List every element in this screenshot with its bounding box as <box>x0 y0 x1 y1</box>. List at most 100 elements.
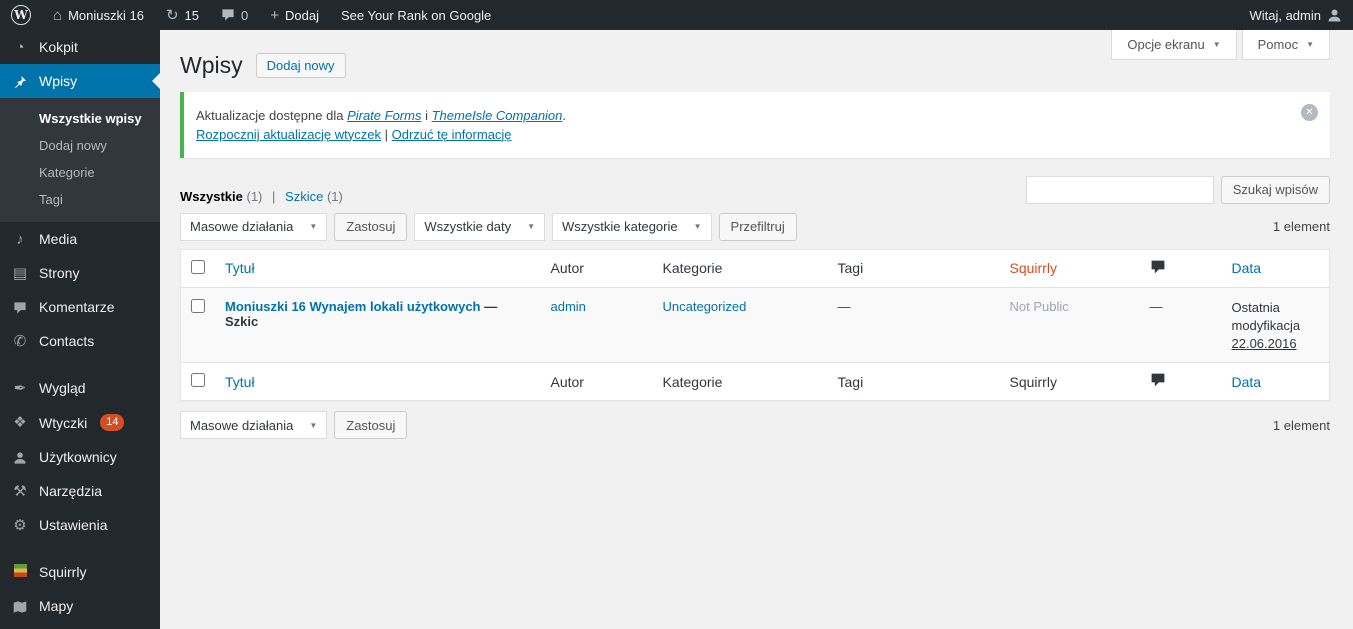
dismiss-info-link[interactable]: Odrzuć tę informację <box>392 127 512 142</box>
submenu-dodaj-nowy[interactable]: Dodaj nowy <box>0 132 160 159</box>
post-category-link[interactable]: Uncategorized <box>663 299 747 314</box>
column-title-sort-bottom[interactable]: Tytuł <box>225 374 255 390</box>
column-comments <box>1139 249 1222 288</box>
screen-options-button[interactable]: Opcje ekranu ▼ <box>1111 30 1237 60</box>
notice-actions: Rozpocznij aktualizację wtyczek | Odrzuć… <box>196 127 1286 142</box>
bulk-actions-label: Masowe działania <box>190 417 294 433</box>
category-filter-label: Wszystkie kategorie <box>562 219 678 235</box>
media-icon: ♪ <box>16 230 24 248</box>
home-icon: ⌂ <box>53 6 63 24</box>
update-plugins-link[interactable]: Rozpocznij aktualizację wtyczek <box>196 127 381 142</box>
sidebar-item-wyglad[interactable]: ✒ Wygląd <box>0 371 160 405</box>
column-categories-bottom: Kategorie <box>652 362 828 401</box>
admin-bar-left: W ⌂ Moniuszki 16 ↻ 15 0 + Dodaj See Your… <box>0 0 502 30</box>
submenu-wszystkie-wpisy[interactable]: Wszystkie wpisy <box>0 105 160 132</box>
view-drafts-count: (1) <box>326 188 343 204</box>
filter-button[interactable]: Przefiltruj <box>718 212 797 241</box>
sidebar-item-uzytkownicy[interactable]: Użytkownicy <box>0 440 160 474</box>
update-notice: Aktualizacje dostępne dla Pirate Forms i… <box>180 91 1330 158</box>
sidebar-item-media[interactable]: ♪ Media <box>0 222 160 256</box>
users-icon <box>10 450 30 465</box>
notice-suffix: . <box>562 107 567 123</box>
sidebar-item-label: Komentarze <box>39 299 115 315</box>
row-checkbox[interactable] <box>191 298 205 313</box>
sidebar-item-squirrly[interactable]: Squirrly <box>0 555 160 589</box>
select-all-checkbox[interactable] <box>191 259 205 274</box>
column-squirrly-bottom: Squirrly <box>999 362 1140 401</box>
updates-menu[interactable]: ↻ 15 <box>155 0 210 30</box>
sidebar-item-narzedzia[interactable]: ⚒ Narzędzia <box>0 474 160 508</box>
submenu-tagi[interactable]: Tagi <box>0 186 160 213</box>
notice-message: Aktualizacje dostępne dla Pirate Forms i… <box>196 108 1286 123</box>
select-all-checkbox-bottom[interactable] <box>191 373 205 388</box>
dashboard-icon: ◔ <box>15 38 25 56</box>
plus-icon: + <box>270 6 279 24</box>
table-row: Moniuszki 16 Wynajem lokali użytkowych —… <box>180 287 1330 363</box>
site-name-menu[interactable]: ⌂ Moniuszki 16 <box>42 0 155 30</box>
sidebar-item-label: Strony <box>39 265 80 281</box>
sidebar-item-kokpit[interactable]: ◔ Kokpit <box>0 30 160 64</box>
sidebar-item-ustawienia[interactable]: ⚙ Ustawienia <box>0 508 160 542</box>
new-content-menu[interactable]: + Dodaj <box>259 0 330 30</box>
view-all-count: (1) <box>246 188 263 204</box>
chevron-down-icon: ▼ <box>309 420 318 430</box>
chevron-down-icon: ▼ <box>693 222 702 232</box>
column-date-sort[interactable]: Data <box>1232 260 1262 276</box>
sidebar-item-label: Mapy <box>39 598 74 615</box>
search-input[interactable] <box>1025 175 1214 204</box>
post-squirrly-status: Not Public <box>1009 298 1069 314</box>
post-comments-count: — <box>1149 298 1163 314</box>
tablenav-top: Masowe działania ▼ Zastosuj Wszystkie da… <box>180 212 1330 241</box>
pages-icon: ▤ <box>12 264 28 282</box>
column-author-bottom: Autor <box>540 362 653 401</box>
sidebar-item-label: Narzędzia <box>39 483 103 500</box>
add-new-button[interactable]: Dodaj nowy <box>255 53 346 79</box>
menu-separator <box>0 358 160 371</box>
wordpress-logo-icon: W <box>11 5 31 25</box>
wp-logo-menu[interactable]: W <box>0 0 42 30</box>
screen-meta-links: Opcje ekranu ▼ Pomoc ▼ <box>1111 30 1330 60</box>
help-button[interactable]: Pomoc ▼ <box>1241 30 1330 60</box>
apply-button[interactable]: Zastosuj <box>334 212 408 241</box>
column-date-sort-bottom[interactable]: Data <box>1232 374 1262 390</box>
column-tags-bottom: Tagi <box>827 362 1000 401</box>
apply-button-bottom[interactable]: Zastosuj <box>334 411 408 440</box>
tools-icon: ⚒ <box>13 482 27 500</box>
column-squirrly: Squirrly <box>999 249 1140 288</box>
my-account-menu[interactable]: Witaj, admin <box>1238 0 1353 30</box>
submenu-kategorie[interactable]: Kategorie <box>0 159 160 186</box>
sidebar-item-strony[interactable]: ▤ Strony <box>0 256 160 290</box>
wpisy-submenu: Wszystkie wpisy Dodaj nowy Kategorie Tag… <box>0 98 160 222</box>
new-content-label: Dodaj <box>284 7 319 23</box>
sidebar-item-mapy[interactable]: Mapy <box>0 589 160 623</box>
sidebar-item-contacts[interactable]: ✆ Contacts <box>0 324 160 358</box>
bulk-actions-select[interactable]: Masowe działania ▼ <box>180 212 328 241</box>
screen-options-label: Opcje ekranu <box>1127 37 1205 52</box>
sidebar-item-wtyczki[interactable]: ❖ Wtyczki 14 <box>0 405 160 440</box>
page-wrap: Wpisy Dodaj nowy Aktualizacje dostępne d… <box>160 30 1353 440</box>
post-tags: — <box>837 298 851 314</box>
search-submit-button[interactable]: Szukaj wpisów <box>1220 175 1330 204</box>
sidebar-item-komentarze[interactable]: Komentarze <box>0 290 160 324</box>
squirrly-rank-menu[interactable]: See Your Rank on Google <box>330 0 502 30</box>
column-author: Autor <box>540 249 653 288</box>
comments-menu[interactable]: 0 <box>210 0 259 30</box>
view-all-link[interactable]: Wszystkie <box>180 189 243 204</box>
updates-count: 15 <box>184 7 199 23</box>
column-title-sort[interactable]: Tytuł <box>225 260 255 276</box>
category-filter-select[interactable]: Wszystkie kategorie ▼ <box>552 212 712 241</box>
post-title-link[interactable]: Moniuszki 16 Wynajem lokali użytkowych <box>225 299 481 314</box>
plugins-icon: ❖ <box>13 414 27 432</box>
view-drafts-link[interactable]: Szkice <box>285 189 323 204</box>
bulk-actions-select-bottom[interactable]: Masowe działania ▼ <box>180 411 328 440</box>
main-content: Opcje ekranu ▼ Pomoc ▼ Wpisy Dodaj nowy … <box>160 30 1353 629</box>
pirate-forms-link[interactable]: Pirate Forms <box>347 108 421 123</box>
themeisle-companion-link[interactable]: ThemeIsle Companion <box>432 108 563 123</box>
sidebar-item-wpisy[interactable]: Wpisy <box>0 64 160 98</box>
post-author-link[interactable]: admin <box>551 299 586 314</box>
date-filter-select[interactable]: Wszystkie daty ▼ <box>414 212 546 241</box>
admin-bar-right: Witaj, admin <box>1238 0 1353 30</box>
menu-separator <box>0 542 160 555</box>
dismiss-notice-button[interactable]: ✕ <box>1301 103 1318 121</box>
site-name-label: Moniuszki 16 <box>68 7 144 23</box>
